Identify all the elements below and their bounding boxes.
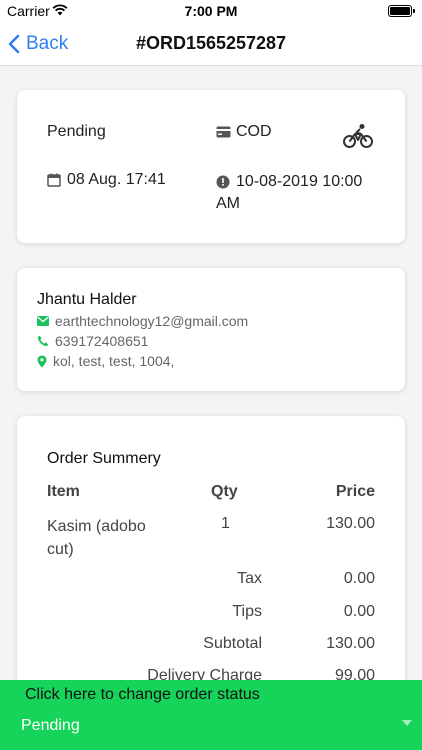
status-select-value[interactable]: Pending (21, 717, 80, 735)
item-qty: 1 (221, 515, 230, 532)
navigation-bar: Back #ORD1565257287 (0, 22, 422, 66)
total-row-tax: Tax 0.00 (47, 570, 377, 594)
status-bar: Carrier 7:00 PM (0, 0, 422, 22)
column-header-qty: Qty (211, 483, 238, 500)
delivery-time-line1: 10-08-2019 10:00 (236, 173, 363, 190)
item-name-line2: cut) (47, 541, 74, 558)
column-header-price: Price (335, 483, 375, 500)
customer-email-row[interactable]: earthtechnology12@gmail.com (37, 313, 248, 329)
location-pin-icon (37, 355, 47, 367)
customer-address-row: kol, test, test, 1004, (37, 353, 174, 369)
customer-email: earthtechnology12@gmail.com (55, 313, 249, 329)
total-value: 130.00 (326, 635, 375, 652)
payment-method: COD (216, 123, 272, 141)
order-date-label: 08 Aug. 17:41 (67, 171, 166, 188)
change-status-prompt[interactable]: Click here to change order status (25, 686, 260, 704)
customer-address: kol, test, test, 1004, (53, 353, 175, 369)
email-icon (37, 316, 49, 326)
customer-card: Jhantu Halder earthtechnology12@gmail.co… (17, 268, 405, 391)
total-row-tips: Tips 0.00 (47, 603, 377, 627)
page-title: #ORD1565257287 (135, 33, 287, 53)
total-value: 0.00 (343, 570, 375, 587)
table-row: Kasim (adobo cut) 1 130.00 (47, 515, 377, 561)
battery-icon (388, 5, 415, 17)
calendar-icon (47, 173, 61, 187)
customer-phone: 639172408651 (55, 333, 149, 349)
order-summary-card: Order Summery Item Qty Price Kasim (adob… (17, 416, 405, 716)
status-change-panel[interactable]: Click here to change order status Pendin… (0, 680, 422, 750)
delivery-time: 10-08-2019 10:00 AM (216, 171, 362, 215)
total-row-subtotal: Subtotal 130.00 (47, 635, 377, 659)
bicycle-icon (343, 123, 373, 154)
item-price: 130.00 (326, 515, 375, 532)
total-label: Tax (237, 570, 262, 587)
total-label: Tips (232, 603, 262, 620)
customer-name: Jhantu Halder (37, 291, 137, 308)
card-icon (216, 126, 231, 138)
clock-icon (216, 175, 230, 189)
order-status: Pending (47, 123, 106, 140)
delivery-time-line2: AM (216, 195, 240, 212)
customer-phone-row[interactable]: 639172408651 (37, 333, 148, 349)
order-info-card: Pending COD 08 Aug. 17:41 10-08-2019 10:… (17, 90, 405, 243)
item-name: Kasim (adobo cut) (47, 515, 146, 561)
clock-time: 7:00 PM (184, 3, 238, 19)
total-value: 0.00 (343, 603, 375, 620)
item-name-line1: Kasim (adobo (47, 518, 146, 535)
total-label: Subtotal (203, 635, 262, 652)
column-header-item: Item (47, 483, 80, 500)
summary-title: Order Summery (47, 450, 161, 467)
phone-icon (37, 335, 49, 347)
order-date: 08 Aug. 17:41 (47, 171, 166, 189)
payment-method-label: COD (236, 123, 272, 140)
dropdown-caret-icon[interactable] (402, 720, 412, 726)
